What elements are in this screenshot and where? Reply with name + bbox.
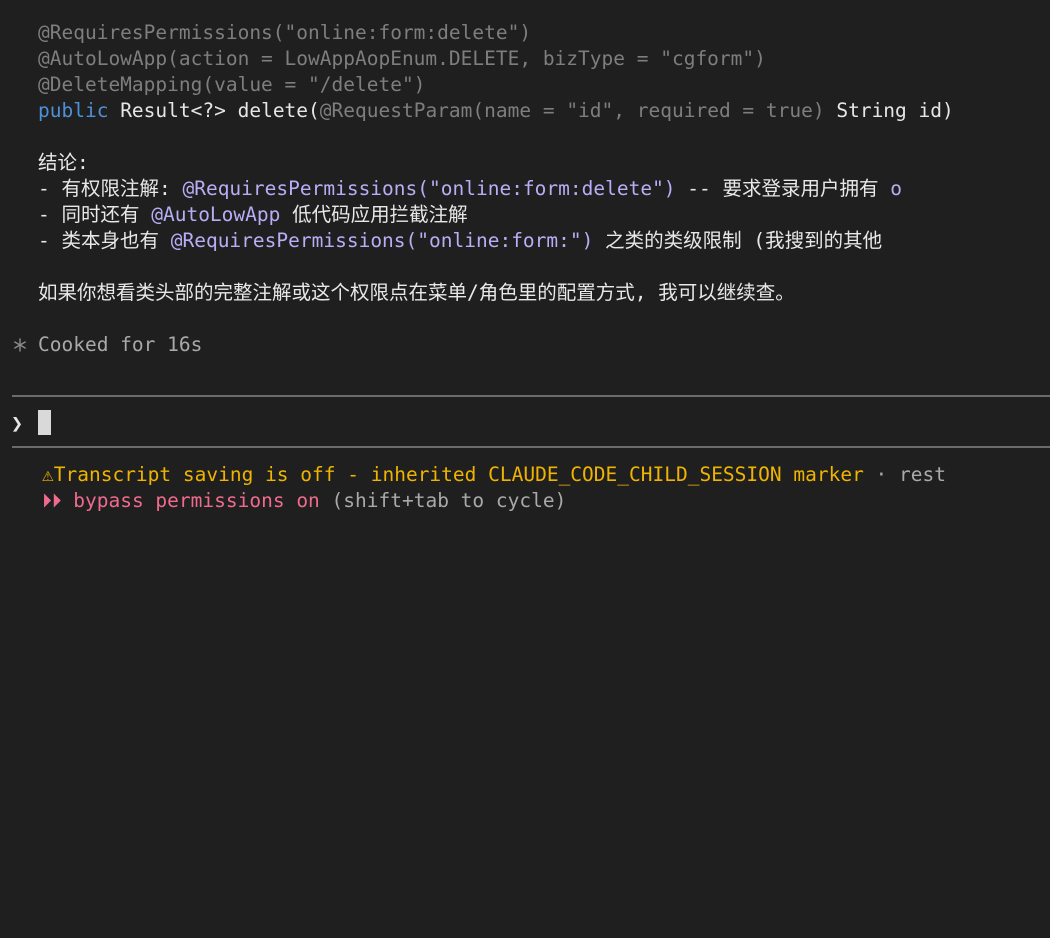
bullet-2-prefix: - 同时还有 [38,203,152,226]
mode-label: bypass permissions on [61,489,320,512]
warning-separator: · [863,463,900,486]
conclusion-bullet-3: - 类本身也有 @RequiresPermissions("online:for… [38,228,882,254]
footer-warning: ⚠Transcript saving is off - inherited CL… [42,462,946,488]
prompt-chevron-icon: ❯ [11,411,24,435]
prompt-top-divider [12,395,1050,397]
conclusion-bullet-1: - 有权限注解: @RequiresPermissions("online:fo… [38,176,902,202]
bullet-1-suffix: -- 要求登录用户拥有 [675,177,891,200]
asterisk-icon [12,332,28,365]
warning-icon: ⚠ [42,463,54,486]
code-keyword: public [38,99,109,122]
mode-hint: (shift+tab to cycle) [319,489,567,512]
bullet-1-annotation: @RequiresPermissions("online:form:delete… [182,177,676,200]
code-line-4: public Result<?> delete(@RequestParam(na… [38,98,954,124]
warning-text: Transcript saving is off - inherited CLA… [53,463,864,486]
conclusion-bullet-2: - 同时还有 @AutoLowApp 低代码应用拦截注解 [38,202,468,228]
code-line-2: @AutoLowApp(action = LowAppAopEnum.DELET… [38,47,766,70]
conclusion-heading: 结论: [38,151,89,174]
terminal-window: @RequiresPermissions("online:form:delete… [0,0,1050,938]
status-text: Cooked for 16s [38,333,203,356]
bullet-1-tail: o [890,177,903,200]
bullet-3-prefix: - 类本身也有 [38,229,171,252]
code-text: Result<?> delete( [108,99,320,122]
code-line-1: @RequiresPermissions("online:form:delete… [38,21,532,44]
followup-text: 如果你想看类头部的完整注解或这个权限点在菜单/角色里的配置方式, 我可以继续查。 [38,281,795,304]
asterisk-icon-svg [14,338,26,352]
code-param-annotation: @RequestParam(name = "id", required = tr… [319,99,825,122]
prompt-bottom-divider [12,446,1050,448]
bullet-3-annotation: @RequiresPermissions("online:form:") [170,229,594,252]
code-tail: String id) [824,99,954,122]
prompt-input[interactable] [38,410,51,435]
bullet-3-suffix: 之类的类级限制 (我搜到的其他 [593,229,883,252]
bullet-2-suffix: 低代码应用拦截注解 [280,203,468,226]
footer-mode[interactable]: ⏵⏵ bypass permissions on (shift+tab to c… [42,488,566,514]
warning-tail: rest [899,463,947,486]
bullet-1-prefix: - 有权限注解: [38,177,183,200]
fast-forward-icon: ⏵⏵ [42,489,62,512]
bullet-2-annotation: @AutoLowApp [151,203,281,226]
code-line-3: @DeleteMapping(value = "/delete") [38,73,426,96]
